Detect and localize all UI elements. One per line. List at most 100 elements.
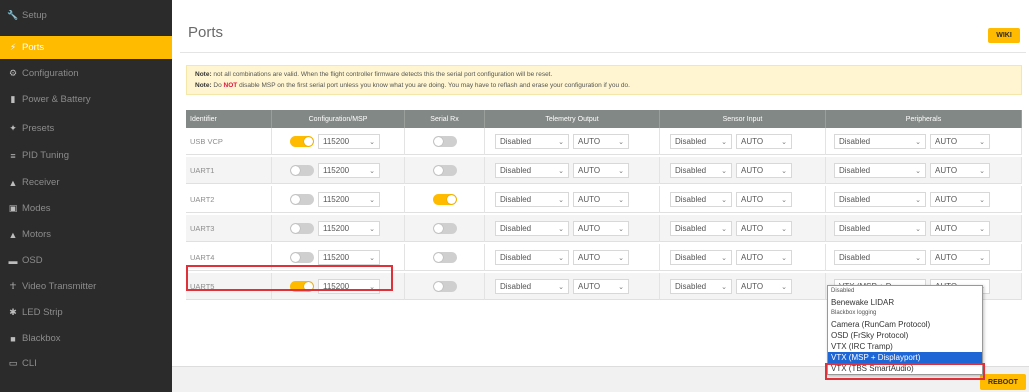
port-identifier: USB VCP (186, 128, 272, 155)
sidebar-item-label: LED Strip (22, 307, 63, 318)
serial-rx-toggle[interactable] (432, 136, 457, 147)
select-value: Disabled (839, 224, 871, 233)
sidebar-item-motors[interactable]: ▲ Motors (0, 223, 172, 246)
select-value: AUTO (741, 224, 764, 233)
sidebar-item-receiver[interactable]: ▲ Receiver (0, 171, 172, 194)
sidebar-item-led-strip[interactable]: ✱ LED Strip (0, 301, 172, 324)
msp-baud-select[interactable]: 115200 ⌄ (318, 163, 380, 178)
sensor-baud-select[interactable]: AUTO ⌄ (736, 163, 792, 178)
peripherals-baud-select[interactable]: AUTO ⌄ (930, 163, 990, 178)
gear-icon: ⚙ (8, 68, 18, 78)
telemetry-baud-select[interactable]: AUTO ⌄ (573, 221, 629, 236)
sensor-baud-select[interactable]: AUTO ⌄ (736, 250, 792, 265)
peripherals-select[interactable]: Disabled ⌄ (834, 192, 926, 207)
peripherals-dropdown-list[interactable]: Disabled Benewake LIDAR Blackbox logging Ca… (827, 285, 983, 375)
msp-toggle[interactable] (290, 165, 314, 176)
sidebar-item-cli[interactable]: ▭ CLI (0, 352, 172, 375)
msp-baud-select[interactable]: 115200 ⌄ (318, 134, 380, 149)
telemetry-select[interactable]: Disabled ⌄ (495, 134, 569, 149)
peripherals-baud-select[interactable]: AUTO ⌄ (930, 134, 990, 149)
peripherals-select[interactable]: Disabled ⌄ (834, 221, 926, 236)
telemetry-select[interactable]: Disabled ⌄ (495, 192, 569, 207)
sidebar-item-setup[interactable]: 🔧 Setup (0, 4, 172, 27)
telemetry-baud-select[interactable]: AUTO ⌄ (573, 134, 629, 149)
sensor-baud-select[interactable]: AUTO ⌄ (736, 221, 792, 236)
dropdown-option[interactable]: Benewake LIDAR (828, 297, 982, 308)
sensor-select[interactable]: Disabled ⌄ (670, 192, 732, 207)
serial-rx-toggle[interactable] (432, 165, 457, 176)
peripherals-select[interactable]: Disabled ⌄ (834, 250, 926, 265)
sensor-select[interactable]: Disabled ⌄ (670, 134, 732, 149)
table-row: UART2 115200 ⌄ Disabled ⌄ AUTO ⌄ Disabled ⌄ … (186, 186, 1022, 213)
telemetry-select[interactable]: Disabled ⌄ (495, 250, 569, 265)
dropdown-option[interactable]: Blackbox logging (828, 308, 982, 319)
peripherals-baud-select[interactable]: AUTO ⌄ (930, 221, 990, 236)
telemetry-baud-select[interactable]: AUTO ⌄ (573, 279, 629, 294)
telemetry-select[interactable]: Disabled ⌄ (495, 163, 569, 178)
msp-toggle[interactable] (290, 136, 314, 147)
telemetry-baud-select[interactable]: AUTO ⌄ (573, 192, 629, 207)
sensor-baud-select[interactable]: AUTO ⌄ (736, 134, 792, 149)
sensor-select[interactable]: Disabled ⌄ (670, 163, 732, 178)
select-value: Disabled (839, 253, 871, 262)
select-value: AUTO (935, 224, 958, 233)
serial-rx-toggle[interactable] (432, 194, 457, 205)
peripherals-select[interactable]: Disabled ⌄ (834, 134, 926, 149)
modes-icon: ▣ (8, 203, 18, 213)
chevron-down-icon: ⌄ (721, 283, 727, 291)
select-value: AUTO (741, 137, 764, 146)
dropdown-option[interactable]: Camera (RunCam Protocol) (828, 319, 982, 330)
sidebar-item-blackbox[interactable]: ■ Blackbox (0, 327, 172, 350)
sidebar-item-label: Setup (22, 10, 47, 21)
chevron-down-icon: ⌄ (721, 138, 727, 146)
sidebar-item-label: PID Tuning (22, 150, 69, 161)
telemetry-baud-select[interactable]: AUTO ⌄ (573, 250, 629, 265)
serial-rx-toggle[interactable] (432, 223, 457, 234)
dropdown-option[interactable]: VTX (MSP + Displayport) (828, 352, 982, 363)
select-value: AUTO (935, 137, 958, 146)
save-and-reboot-button[interactable]: REBOOT (980, 374, 1026, 390)
msp-baud-select[interactable]: 115200 ⌄ (318, 250, 380, 265)
sensor-select[interactable]: Disabled ⌄ (670, 221, 732, 236)
sensor-baud-select[interactable]: AUTO ⌄ (736, 279, 792, 294)
telemetry-select[interactable]: Disabled ⌄ (495, 279, 569, 294)
select-value: Disabled (500, 195, 532, 204)
sidebar-item-label: Motors (22, 229, 52, 240)
peripherals-select[interactable]: Disabled ⌄ (834, 163, 926, 178)
sidebar-item-modes[interactable]: ▣ Modes (0, 197, 172, 220)
sidebar-item-osd[interactable]: ▬ OSD (0, 249, 172, 272)
msp-toggle[interactable] (290, 252, 314, 263)
serial-rx-toggle[interactable] (432, 252, 457, 263)
msp-baud-select[interactable]: 115200 ⌄ (318, 221, 380, 236)
peripherals-baud-select[interactable]: AUTO ⌄ (930, 192, 990, 207)
sensor-select[interactable]: Disabled ⌄ (670, 279, 732, 294)
telemetry-baud-select[interactable]: AUTO ⌄ (573, 163, 629, 178)
dropdown-option[interactable]: Disabled (828, 286, 982, 297)
select-value: AUTO (935, 253, 958, 262)
telemetry-select[interactable]: Disabled ⌄ (495, 221, 569, 236)
sensor-cell: Disabled ⌄ AUTO ⌄ (660, 128, 826, 155)
sidebar-item-presets[interactable]: ✦ Presets (0, 117, 172, 140)
sidebar-item-power-battery[interactable]: ▮ Power & Battery (0, 88, 172, 111)
sidebar-item-video-transmitter[interactable]: ☥ Video Transmitter (0, 275, 172, 298)
msp-baud-select[interactable]: 115200 ⌄ (318, 192, 380, 207)
serial-rx-toggle[interactable] (432, 281, 457, 292)
dropdown-option[interactable]: VTX (IRC Tramp) (828, 341, 982, 352)
telemetry-cell: Disabled ⌄ AUTO ⌄ (485, 273, 660, 300)
chevron-down-icon: ⌄ (558, 196, 564, 204)
chevron-down-icon: ⌄ (781, 167, 787, 175)
sidebar-item-pid-tuning[interactable]: ≡ PID Tuning (0, 144, 172, 167)
sensor-cell: Disabled ⌄ AUTO ⌄ (660, 244, 826, 271)
dropdown-option[interactable]: OSD (FrSky Protocol) (828, 330, 982, 341)
wiki-button[interactable]: WIKI (988, 28, 1020, 43)
msp-toggle[interactable] (290, 223, 314, 234)
chevron-down-icon: ⌄ (781, 196, 787, 204)
sensor-baud-select[interactable]: AUTO ⌄ (736, 192, 792, 207)
select-value: 115200 (323, 195, 350, 204)
peripherals-baud-select[interactable]: AUTO ⌄ (930, 250, 990, 265)
sensor-select[interactable]: Disabled ⌄ (670, 250, 732, 265)
sidebar-item-ports[interactable]: ⚡ Ports (0, 36, 172, 59)
msp-toggle[interactable] (290, 194, 314, 205)
sidebar-item-configuration[interactable]: ⚙ Configuration (0, 62, 172, 85)
sensor-cell: Disabled ⌄ AUTO ⌄ (660, 186, 826, 213)
